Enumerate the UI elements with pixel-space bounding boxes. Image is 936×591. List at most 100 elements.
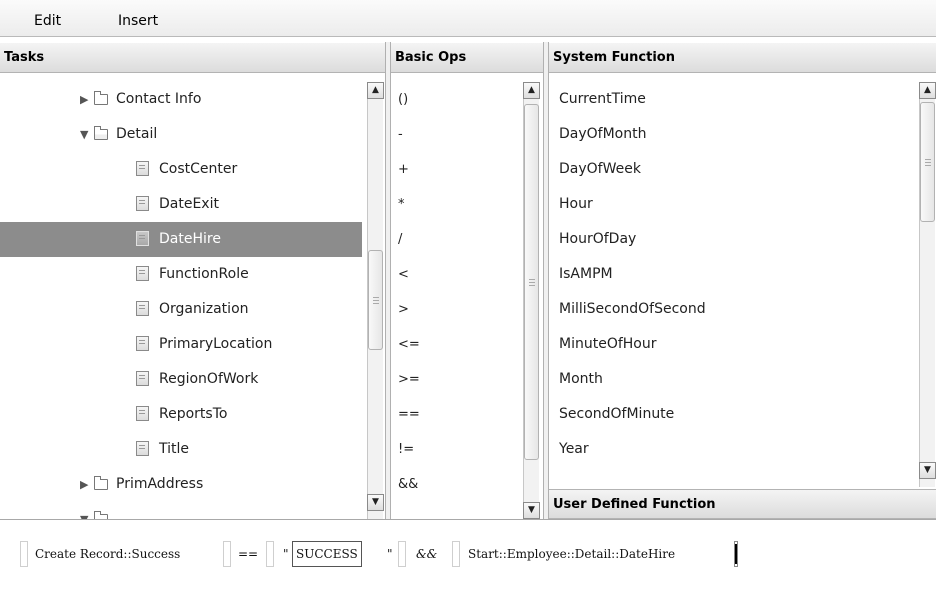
tree-item-label: DateExit (159, 196, 219, 212)
file-icon (136, 405, 149, 421)
function-item[interactable]: SecondOfMinute (549, 397, 917, 432)
op-item[interactable]: != (391, 432, 521, 467)
tasks-scroll-thumb[interactable] (368, 250, 383, 350)
op-item[interactable]: + (391, 152, 521, 187)
scroll-down-icon[interactable]: ▼ (919, 462, 936, 479)
tree-item-primarylocation[interactable]: PrimaryLocation (0, 327, 362, 362)
folder-icon (94, 90, 108, 105)
tree-item-reportsto[interactable]: ReportsTo (0, 397, 362, 432)
triangle-right-icon[interactable]: ▶ (80, 467, 94, 502)
tree-item-partial[interactable]: ▼ (0, 502, 362, 519)
file-icon (136, 335, 149, 351)
tree-item-primaddress[interactable]: ▶ PrimAddress (0, 467, 362, 502)
menu-edit[interactable]: Edit (34, 13, 61, 29)
scroll-down-icon[interactable]: ▼ (523, 502, 540, 519)
file-icon (136, 195, 149, 211)
grip-icon (373, 297, 379, 304)
token-separator[interactable] (20, 541, 28, 567)
grip-icon (925, 159, 931, 166)
scroll-up-icon[interactable]: ▲ (523, 82, 540, 99)
tree-item-regionofwork[interactable]: RegionOfWork (0, 362, 362, 397)
op-item[interactable]: <= (391, 327, 521, 362)
triangle-right-icon[interactable]: ▶ (80, 82, 94, 117)
op-item[interactable]: >= (391, 362, 521, 397)
scroll-up-icon[interactable]: ▲ (367, 82, 384, 99)
scroll-down-icon[interactable]: ▼ (367, 494, 384, 511)
grip-icon (529, 279, 535, 286)
token-separator[interactable] (452, 541, 460, 567)
op-item[interactable]: / (391, 222, 521, 257)
tree-item-label: ReportsTo (159, 406, 228, 422)
function-item[interactable]: DayOfWeek (549, 152, 917, 187)
basic-ops-scroll-thumb[interactable] (524, 104, 539, 460)
basic-ops-scrollbar[interactable]: ▲ ▼ (523, 82, 540, 519)
tree-item-label: Organization (159, 301, 249, 317)
user-defined-function-header[interactable]: User Defined Function (549, 489, 936, 519)
triangle-down-icon[interactable]: ▼ (80, 117, 94, 152)
tree-item-organization[interactable]: Organization (0, 292, 362, 327)
tree-item-detail[interactable]: ▼ Detail (0, 117, 362, 152)
function-item-partial[interactable] (549, 467, 917, 487)
folder-icon (94, 475, 108, 490)
text-caret[interactable] (734, 541, 738, 567)
op-item[interactable]: * (391, 187, 521, 222)
op-item[interactable]: && (391, 467, 521, 502)
token-separator[interactable] (398, 541, 406, 567)
tasks-tree: ▶ Contact Info ▼ Detail CostCenter DateExi… (0, 82, 385, 519)
triangle-down-icon[interactable]: ▼ (80, 502, 94, 519)
op-item[interactable]: < (391, 257, 521, 292)
tree-item-label: DateHire (159, 231, 221, 247)
tasks-header: Tasks (0, 43, 389, 73)
file-icon (136, 370, 149, 386)
tree-item-label: PrimAddress (116, 476, 204, 492)
op-item[interactable]: > (391, 292, 521, 327)
function-item[interactable]: CurrentTime (549, 82, 917, 117)
expr-token-and[interactable]: && (416, 541, 437, 567)
tree-item-label: PrimaryLocation (159, 336, 273, 352)
tree-item-label: RegionOfWork (159, 371, 259, 387)
function-item[interactable]: MinuteOfHour (549, 327, 917, 362)
tree-item-label: Contact Info (116, 91, 202, 107)
tree-item-label: FunctionRole (159, 266, 249, 282)
tree-item-dateexit[interactable]: DateExit (0, 187, 362, 222)
function-item[interactable]: Month (549, 362, 917, 397)
function-item[interactable]: DayOfMonth (549, 117, 917, 152)
op-item[interactable]: () (391, 82, 521, 117)
basic-ops-header: Basic Ops (391, 43, 545, 73)
tree-item-costcenter[interactable]: CostCenter (0, 152, 362, 187)
tree-item-label: Detail (116, 126, 158, 142)
file-icon (136, 300, 149, 316)
tree-item-datehire[interactable]: DateHire (0, 222, 362, 257)
tree-item-label: Title (159, 441, 190, 457)
expr-token-equals[interactable]: == (238, 541, 258, 567)
system-function-header: System Function (549, 43, 936, 73)
expr-token-datehire[interactable]: Start::Employee::Detail::DateHire (468, 541, 675, 567)
token-separator[interactable] (266, 541, 274, 567)
op-item[interactable]: == (391, 397, 521, 432)
function-item[interactable]: IsAMPM (549, 257, 917, 292)
expr-quote-close: " (387, 547, 393, 561)
token-separator[interactable] (223, 541, 231, 567)
op-item[interactable]: - (391, 117, 521, 152)
system-function-list: CurrentTime DayOfMonth DayOfWeek Hour Ho… (549, 82, 936, 487)
expr-quote-open: " (283, 547, 289, 561)
tree-item-title[interactable]: Title (0, 432, 362, 467)
scroll-up-icon[interactable]: ▲ (919, 82, 936, 99)
function-item[interactable]: Year (549, 432, 917, 467)
basic-ops-list: () - + * / < > <= >= == != && ▲ ▼ (391, 82, 543, 519)
tree-item-contact-info[interactable]: ▶ Contact Info (0, 82, 362, 117)
function-item[interactable]: HourOfDay (549, 222, 917, 257)
system-function-scrollbar[interactable]: ▲ ▼ (919, 82, 936, 487)
function-item[interactable]: Hour (549, 187, 917, 222)
system-function-scroll-thumb[interactable] (920, 102, 935, 222)
expression-editor[interactable]: Create Record::Success == " SUCCESS " &&… (0, 519, 936, 591)
expr-string-value[interactable]: SUCCESS (292, 541, 362, 567)
file-icon (136, 265, 149, 281)
menu-insert[interactable]: Insert (118, 13, 158, 29)
function-item[interactable]: MilliSecondOfSecond (549, 292, 917, 327)
menu-bar: Edit Insert (0, 0, 936, 37)
tree-item-functionrole[interactable]: FunctionRole (0, 257, 362, 292)
tasks-scrollbar[interactable]: ▲ ▼ (367, 82, 384, 519)
expr-token-create-record[interactable]: Create Record::Success (35, 541, 180, 567)
file-icon (136, 160, 149, 176)
